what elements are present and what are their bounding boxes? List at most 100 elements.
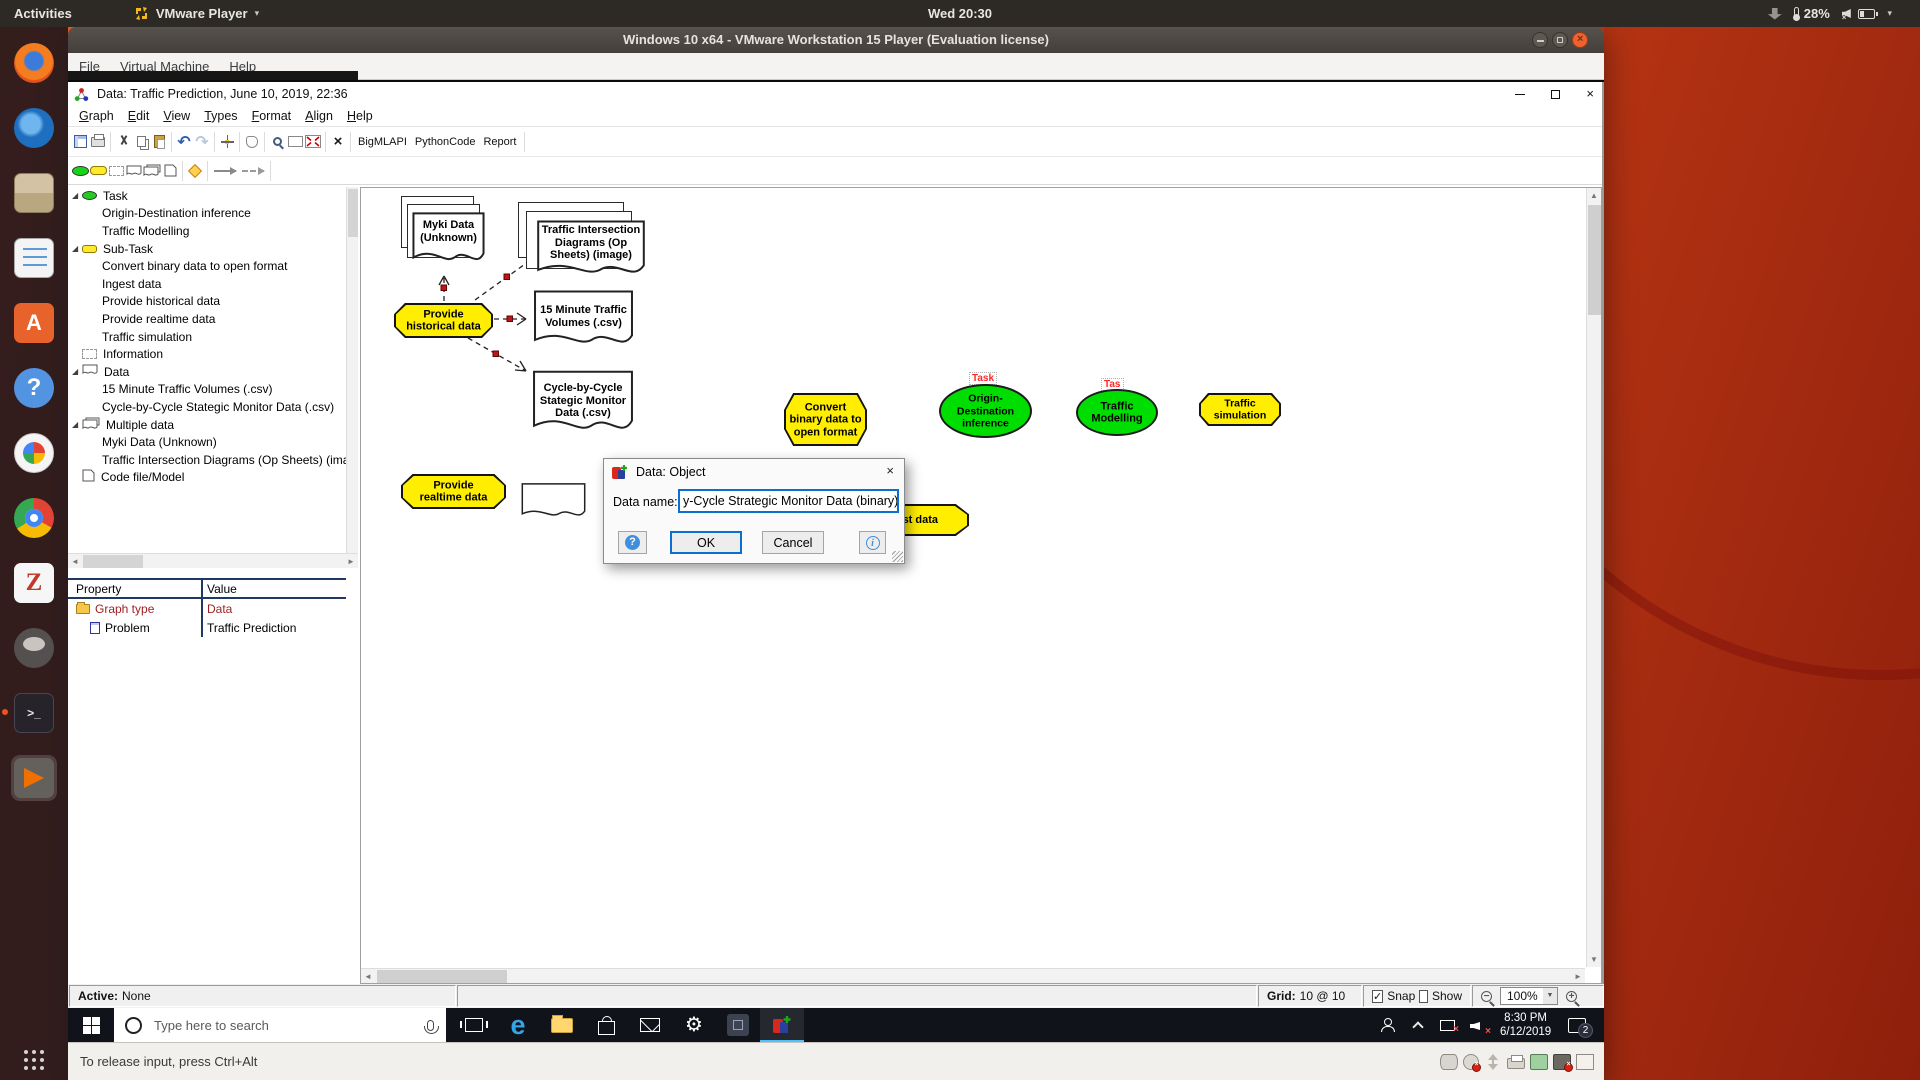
tree-item-cycle-by-cycle[interactable]: Cycle-by-Cycle Stategic Monitor Data (.c…	[68, 398, 358, 416]
property-row-problem[interactable]: Problem Traffic Prediction	[68, 618, 346, 637]
zoom-level-select[interactable]: 100% ▼	[1500, 987, 1558, 1005]
property-row-graph-type[interactable]: Graph type Data	[68, 599, 346, 618]
taskbar-edge-button[interactable]: e	[496, 1008, 540, 1042]
taskbar-people-button[interactable]	[1380, 1008, 1395, 1042]
paste-icon[interactable]	[150, 130, 168, 154]
tray-network-button[interactable]: ×	[1440, 1008, 1459, 1042]
dock-item-chrome[interactable]	[11, 495, 57, 541]
tree-item-provide-historical-data[interactable]: Provide historical data	[68, 293, 358, 311]
subtask-node-provide-historical[interactable]: Provide historical data	[394, 303, 493, 338]
scroll-down-icon[interactable]: ▼	[1587, 952, 1601, 967]
task-node-origin-destination[interactable]: Origin-Destination inference	[939, 384, 1032, 438]
temperature-indicator[interactable]: 28%	[1793, 6, 1830, 21]
canvas-vertical-scrollbar[interactable]: ▲ ▼	[1586, 188, 1601, 967]
activities-button[interactable]: Activities	[14, 6, 72, 21]
data-shape-icon[interactable]	[125, 159, 143, 183]
vmware-close-button[interactable]: ×	[1572, 32, 1588, 48]
scroll-right-icon[interactable]: ►	[344, 554, 358, 568]
taskbar-clock[interactable]: 8:30 PM 6/12/2019	[1500, 1011, 1551, 1045]
tree-item-information[interactable]: Information	[68, 345, 358, 363]
tree-item-myki-data[interactable]: Myki Data (Unknown)	[68, 433, 358, 451]
dropdown-caret-icon[interactable]: ▼	[1543, 988, 1557, 1004]
file-shape-icon[interactable]	[161, 159, 179, 183]
dock-item-gimp[interactable]	[11, 625, 57, 671]
data-node-traffic-intersection[interactable]: Traffic Intersection Diagrams (Op Sheets…	[518, 202, 646, 288]
focused-app-menu[interactable]: VMware Player ▾	[134, 6, 259, 21]
dialog-titlebar[interactable]: Data: Object ×	[604, 459, 904, 485]
system-menu-caret-icon[interactable]: ▾	[1887, 8, 1892, 19]
fit-view-icon[interactable]	[304, 130, 322, 154]
dock-item-files[interactable]	[11, 170, 57, 216]
canvas-horizontal-scrollbar[interactable]: ◄ ►	[361, 968, 1585, 983]
extension-tray-icon[interactable]	[1767, 7, 1782, 20]
subtask-node-convert-binary[interactable]: Convert binary data to open format	[784, 393, 867, 446]
tray-expand-button[interactable]	[1412, 1008, 1424, 1042]
vm-cdrom-disconnected-icon[interactable]	[1463, 1053, 1481, 1072]
taskbar-store-button[interactable]	[584, 1008, 628, 1042]
action-center-button[interactable]: 2	[1568, 1008, 1593, 1042]
graph-canvas[interactable]: Myki Data (Unknown) Traffic Intersection…	[360, 187, 1602, 984]
taskbar-search-box[interactable]: Type here to search	[114, 1008, 446, 1042]
scroll-up-icon[interactable]: ▲	[1587, 188, 1601, 203]
cancel-button[interactable]: Cancel	[762, 531, 824, 554]
app-close-icon[interactable]: ×	[1586, 82, 1594, 106]
tree-item-15-minute-traffic-volumes[interactable]: 15 Minute Traffic Volumes (.csv)	[68, 381, 358, 399]
taskbar-mail-button[interactable]	[628, 1008, 672, 1042]
bigmlapi-button[interactable]: BigMLAPI	[354, 136, 411, 148]
dock-item-ubuntu-software[interactable]: A	[11, 300, 57, 346]
delete-icon[interactable]: ×	[329, 130, 347, 154]
tree-item-multiple-data[interactable]: ◢ Multiple data	[68, 416, 358, 434]
app-maximize-icon[interactable]	[1551, 89, 1561, 99]
dock-item-media[interactable]	[11, 430, 57, 476]
taskbar-settings-button[interactable]: ⚙	[672, 1008, 716, 1042]
vm-network-traffic-icon[interactable]	[1484, 1053, 1502, 1070]
taskbar-graph-app-button[interactable]	[760, 1008, 804, 1042]
dialog-help-button[interactable]: ?	[618, 531, 647, 554]
dialog-info-button[interactable]: i	[859, 531, 886, 554]
dock-item-vmware[interactable]	[11, 755, 57, 801]
scroll-left-icon[interactable]: ◄	[361, 969, 375, 984]
information-shape-icon[interactable]	[107, 159, 125, 183]
tree-vertical-scrollbar[interactable]	[346, 187, 358, 553]
show-applications-button[interactable]	[24, 1050, 44, 1070]
zoom-tool-icon[interactable]	[268, 130, 286, 154]
scroll-right-icon[interactable]: ►	[1571, 969, 1585, 984]
selection-rect-icon[interactable]	[286, 130, 304, 154]
battery-icon[interactable]	[1858, 8, 1879, 19]
pythoncode-button[interactable]: PythonCode	[411, 136, 480, 148]
subtask-node-provide-realtime[interactable]: Provide realtime data	[401, 474, 506, 509]
tree-item-traffic-modelling[interactable]: Traffic Modelling	[68, 222, 358, 240]
tray-volume-button[interactable]: ×	[1470, 1008, 1491, 1042]
app-minimize-icon[interactable]	[1515, 93, 1526, 95]
vmware-minimize-button[interactable]	[1532, 32, 1548, 48]
menu-align[interactable]: Align	[298, 108, 340, 124]
cut-icon[interactable]	[114, 130, 132, 154]
task-node-traffic-modelling[interactable]: Traffic Modelling	[1076, 389, 1158, 436]
data-node-myki[interactable]: Myki Data (Unknown)	[401, 196, 485, 274]
microphone-icon[interactable]	[424, 1019, 439, 1034]
taskbar-file-explorer-button[interactable]	[540, 1008, 584, 1042]
expander-icon[interactable]: ◢	[72, 420, 82, 429]
tree-item-ingest-data[interactable]: Ingest data	[68, 275, 358, 293]
vm-printer-icon[interactable]	[1507, 1054, 1525, 1069]
report-view-icon[interactable]	[71, 130, 89, 154]
tree-item-traffic-simulation[interactable]: Traffic simulation	[68, 328, 358, 346]
volume-muted-indicator[interactable]: ×	[1841, 5, 1851, 22]
resize-grip[interactable]	[892, 551, 903, 562]
tree-item-traffic-intersection-diagrams[interactable]: Traffic Intersection Diagrams (Op Sheets…	[68, 451, 358, 469]
vm-clipboard-icon[interactable]	[1576, 1053, 1594, 1070]
menu-view[interactable]: View	[156, 108, 197, 124]
ok-button[interactable]: OK	[670, 531, 742, 554]
dock-item-help[interactable]: ?	[11, 365, 57, 411]
zoom-in-icon[interactable]: +	[1566, 990, 1577, 1002]
dialog-close-icon[interactable]: ×	[886, 463, 894, 478]
tree-item-task[interactable]: ◢ Task	[68, 187, 358, 205]
copy-icon[interactable]	[132, 130, 150, 154]
dock-item-document-viewer[interactable]	[11, 235, 57, 281]
task-view-button[interactable]	[452, 1008, 496, 1042]
data-node-15-minute-volumes[interactable]: 15 Minute Traffic Volumes (.csv)	[533, 290, 634, 358]
menu-help[interactable]: Help	[340, 108, 380, 124]
vm-display-disconnected-icon[interactable]	[1553, 1053, 1573, 1072]
app-titlebar[interactable]: Data: Traffic Prediction, June 10, 2019,…	[68, 82, 1602, 106]
menu-edit[interactable]: Edit	[121, 108, 157, 124]
